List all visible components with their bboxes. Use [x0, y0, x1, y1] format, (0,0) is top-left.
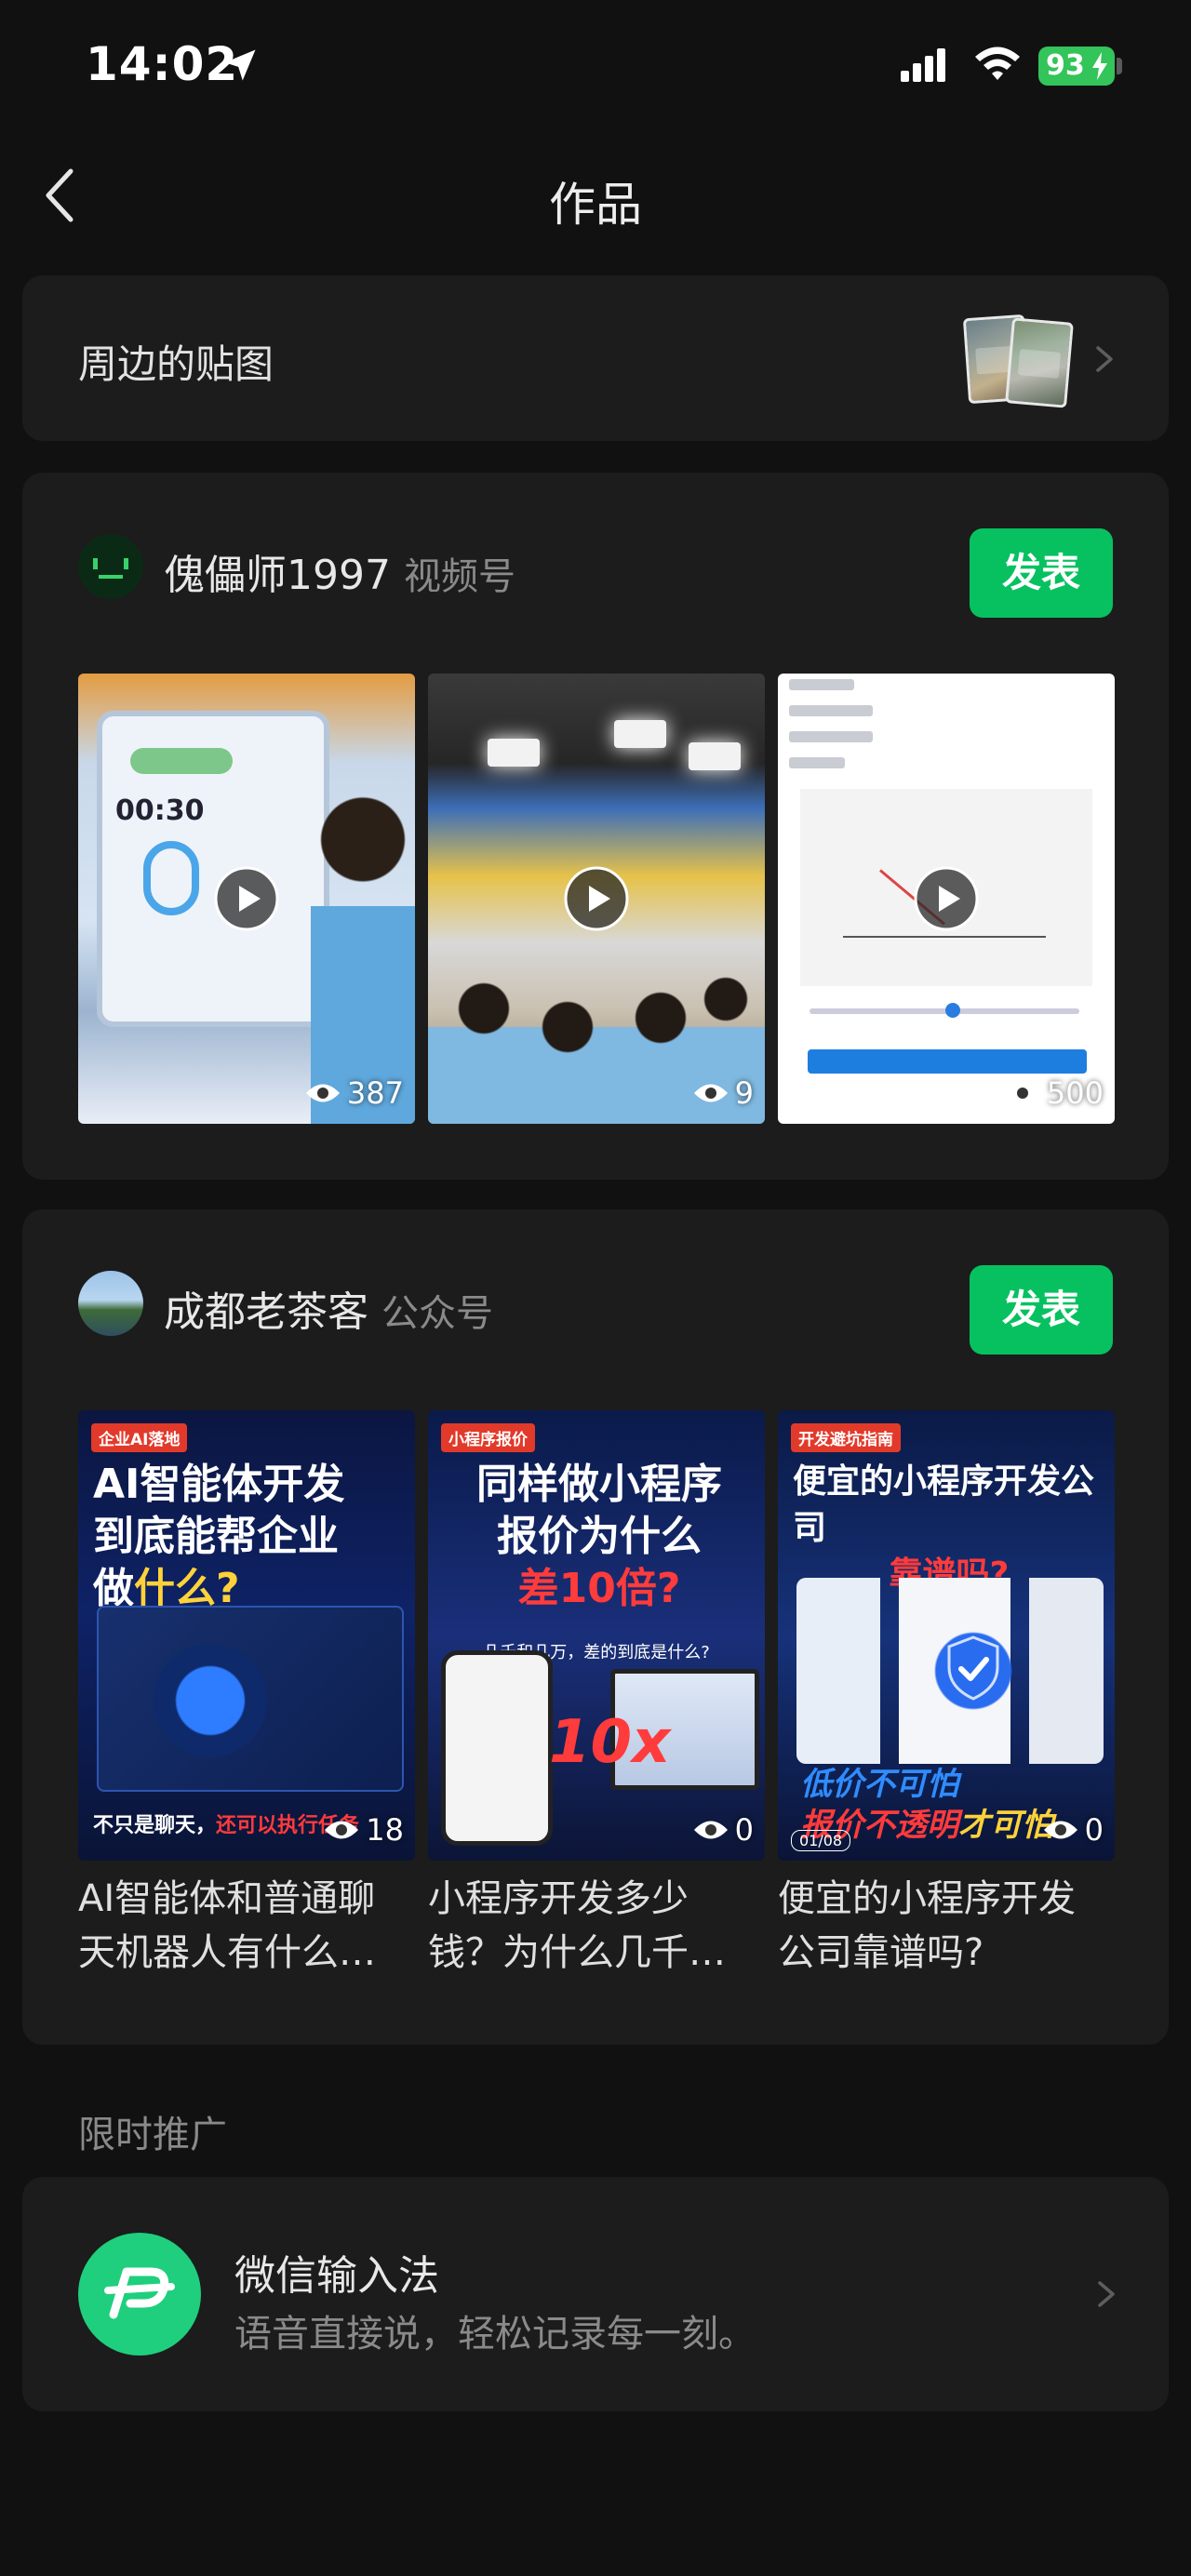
- wifi-icon: [975, 47, 1020, 80]
- play-icon: [914, 866, 979, 931]
- promo-section-label: 限时推广: [78, 2114, 227, 2156]
- video-scene-line: [789, 757, 845, 768]
- promo-description: 语音直接说，轻松记录每一刻。: [234, 2313, 756, 2356]
- view-count: 9: [692, 1075, 754, 1111]
- view-count: 500: [1004, 1075, 1104, 1111]
- eye-icon: [1005, 1084, 1039, 1102]
- battery-charging-icon: [1092, 52, 1107, 80]
- battery-level: 93: [1046, 49, 1085, 82]
- article-caption[interactable]: AI智能体和普通聊天机器人有什么区别？: [78, 1872, 395, 1980]
- avatar-face-icon: [93, 558, 128, 579]
- video-scene-lamp: [689, 742, 741, 770]
- status-time: 14:02: [86, 37, 239, 91]
- account-name-text: 傀儡师1997: [164, 552, 391, 599]
- view-count-value: 9: [734, 1075, 754, 1111]
- promo-title: 微信输入法: [234, 2252, 439, 2300]
- chevron-right-icon: [1098, 2281, 1115, 2307]
- video-scene-slider: [810, 1008, 1079, 1014]
- play-icon: [214, 866, 279, 931]
- battery-tip: [1117, 58, 1122, 74]
- eye-icon: [693, 1084, 728, 1102]
- promo-card[interactable]: 微信输入法 语音直接说，轻松记录每一刻。: [22, 2177, 1169, 2411]
- page-title: 作品: [549, 178, 642, 232]
- video-scene-line: [789, 679, 854, 690]
- sticker-thumbnails: [943, 313, 1074, 408]
- avatar[interactable]: [78, 534, 143, 599]
- sticker-thumbnail: [1005, 317, 1074, 408]
- video-scene-button: [808, 1049, 1087, 1074]
- video-thumbnail[interactable]: 00:30 387: [78, 674, 415, 1124]
- video-thumbnail[interactable]: 9: [428, 674, 765, 1124]
- wechat-input-method-icon: [78, 2233, 201, 2356]
- video-scene-line: [789, 705, 873, 716]
- view-count: 387: [304, 1075, 404, 1111]
- video-scene-dial: [143, 841, 199, 915]
- video-account-card: 傀儡师1997 视频号 发表 00:30 387 9 500: [22, 473, 1169, 1180]
- account-type: 视频号: [403, 555, 515, 598]
- wechat-input-method-glyph: [104, 2267, 175, 2319]
- article-captions-layer: AI智能体和普通聊天机器人有什么区别？ 小程序开发多少钱？为什么几千和几万都有？…: [22, 1209, 1169, 2045]
- article-caption[interactable]: 小程序开发多少钱？为什么几千和几万都有？: [428, 1872, 744, 1980]
- video-scene-chip: [130, 748, 233, 774]
- cellular-signal-icon: [901, 48, 945, 82]
- location-arrow-icon: [224, 49, 256, 81]
- video-scene-timer: 00:30: [115, 794, 205, 827]
- account-header: 傀儡师1997 视频号 发表: [78, 528, 1120, 618]
- article-caption[interactable]: 便宜的小程序开发公司靠谱吗?: [778, 1872, 1094, 1980]
- stickers-label: 周边的贴图: [78, 341, 274, 387]
- eye-icon: [305, 1084, 340, 1102]
- view-count-value: 387: [346, 1075, 404, 1111]
- view-count-value: 500: [1046, 1075, 1104, 1111]
- video-thumbnail[interactable]: 500: [778, 674, 1115, 1124]
- status-bar: 14:02 93: [0, 0, 1191, 130]
- publish-button[interactable]: 发表: [970, 528, 1113, 618]
- play-icon: [564, 866, 629, 931]
- video-scene-knob: [945, 1003, 960, 1018]
- chevron-right-icon: [1096, 346, 1113, 372]
- video-scene-lamp: [614, 720, 666, 748]
- video-scene-line: [789, 731, 873, 742]
- video-list: 00:30 387 9 500: [78, 674, 1120, 1124]
- article-captions: AI智能体和普通聊天机器人有什么区别？ 小程序开发多少钱？为什么几千和几万都有？…: [78, 1872, 1120, 2002]
- stickers-row[interactable]: 周边的贴图: [22, 275, 1169, 441]
- video-scene-axis: [843, 936, 1046, 938]
- video-scene-person: [311, 776, 415, 1124]
- video-scene-lamp: [488, 739, 540, 767]
- account-name: 傀儡师1997 视频号: [164, 541, 515, 601]
- battery-indicator: 93: [1038, 47, 1115, 86]
- nav-bar: 作品: [0, 140, 1191, 251]
